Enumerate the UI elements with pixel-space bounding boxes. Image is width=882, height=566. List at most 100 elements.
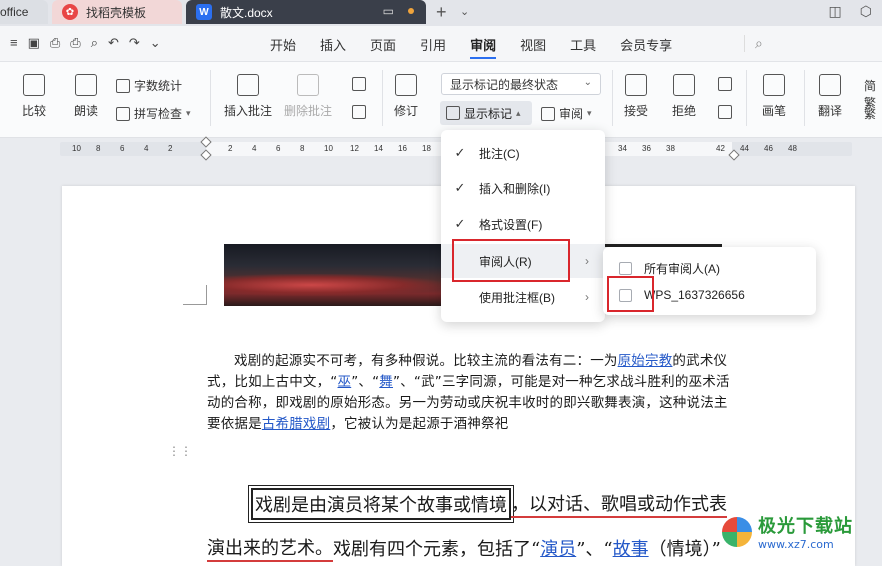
word-count-button[interactable]: 字数统计 <box>116 77 182 94</box>
reviewer-checkbox[interactable] <box>619 261 632 275</box>
review-pane-button[interactable]: 审阅 ▾ <box>541 105 592 122</box>
prev-comment-button[interactable] <box>352 77 366 91</box>
redo-icon[interactable]: ↷ <box>129 35 140 51</box>
paragraph-drag-handle-icon[interactable]: ⋮⋮ <box>168 445 192 457</box>
word-count-icon <box>116 78 130 93</box>
ruler-tick-label: 10 <box>72 144 81 153</box>
reviewer-label: 所有审阅人(A) <box>644 261 720 276</box>
markup-menu-item[interactable]: ✓ 格式设置(F) <box>441 207 605 241</box>
link-dance[interactable]: 舞 <box>379 374 393 390</box>
cube-icon[interactable]: ⬡ <box>860 3 872 20</box>
inserted-text: 演出来的艺术。 <box>207 534 333 562</box>
menu-item[interactable]: 页面 <box>358 26 408 62</box>
ruler-tick-label: 48 <box>788 144 797 153</box>
ruler-tick-label: 42 <box>716 144 725 153</box>
show-markup-button[interactable]: 显示标记 ▴ <box>440 101 532 125</box>
markup-menu-item[interactable]: ✓ 批注(C) <box>441 136 605 170</box>
markup-menu-item-label: 插入和删除(I) <box>479 181 551 196</box>
menu-item[interactable]: 工具 <box>558 26 608 62</box>
menu-item[interactable]: 引用 <box>408 26 458 62</box>
markup-menu-item[interactable]: 使用批注框(B) › <box>441 280 605 314</box>
revise-button[interactable]: 修订 <box>394 74 418 119</box>
next-change-button[interactable] <box>718 105 732 119</box>
link-primitive-religion[interactable]: 原始宗教 <box>618 353 673 369</box>
screen-icon[interactable]: ▭ <box>383 4 394 18</box>
text-line: 演出来的艺术。 戏剧有四个元素，包括了“ 演员 ”、“ 故事 （情境）” <box>207 526 747 566</box>
link-greek-drama[interactable]: 古希腊戏剧 <box>262 416 331 432</box>
link-actor[interactable]: 演员 <box>540 535 576 561</box>
reject-icon <box>673 74 695 96</box>
menu-bar: ≡ ▣ ⎙ ⎙ ⌕ ↶ ↷ ⌄ 开始 插入 页面 引用 审阅 视图 工具 会员专享 ⌕ <box>0 26 882 62</box>
link-wu[interactable]: 巫 <box>338 374 352 390</box>
paragraph-definition[interactable]: 戏剧是由演员将某个故事或情境 ，以对话、歌唱或动作式表 演出来的艺术。 戏剧有四个元… <box>207 482 747 566</box>
markup-menu-item[interactable]: ✓ 插入和删除(I) <box>441 171 605 205</box>
highlight-box-checkbox <box>607 276 654 312</box>
spell-check-label: 拼写检查 <box>134 107 183 121</box>
file-menu-icon[interactable]: ≡ <box>10 35 18 51</box>
reject-button[interactable]: 拒绝 <box>672 74 696 119</box>
to-traditional-label: 繁 <box>864 107 877 121</box>
menu-item[interactable]: 审阅 <box>458 26 508 62</box>
watermark-title: 极光下载站 <box>758 516 853 537</box>
tab-document[interactable]: W 散文.docx ▭ <box>186 0 426 24</box>
compare-icon <box>23 74 45 96</box>
delete-comment-button[interactable]: 删除批注 <box>284 74 332 119</box>
read-aloud-icon <box>75 74 97 96</box>
read-aloud-label: 朗读 <box>74 104 99 118</box>
pen-button[interactable]: 画笔 <box>762 74 786 119</box>
ruler-tick-label: 4 <box>252 144 257 153</box>
check-icon: ✓ <box>454 145 466 160</box>
export-pdf-icon[interactable]: ⎙ <box>50 35 60 51</box>
show-markup-label: 显示标记 <box>464 106 513 121</box>
insert-comment-icon <box>237 74 259 96</box>
next-comment-button[interactable] <box>352 105 366 119</box>
comment-boxed-text[interactable]: 戏剧是由演员将某个故事或情境 <box>248 485 514 523</box>
ruler-tick-label: 46 <box>764 144 773 153</box>
undo-icon[interactable]: ↶ <box>108 35 119 51</box>
menu-item[interactable]: 视图 <box>508 26 558 62</box>
ruler-tick-label: 4 <box>144 144 149 153</box>
link-story[interactable]: 故事 <box>613 535 649 561</box>
chevron-right-icon: › <box>585 290 589 304</box>
read-aloud-button[interactable]: 朗读 <box>74 74 98 119</box>
menu-item[interactable]: 会员专享 <box>608 26 684 62</box>
insert-comment-button[interactable]: 插入批注 <box>224 74 272 119</box>
tab-list-chevron-icon[interactable]: ⌄ <box>460 5 469 18</box>
tab-office[interactable]: office <box>0 0 48 24</box>
prev-change-button[interactable] <box>718 77 732 91</box>
compare-label: 比较 <box>22 104 47 118</box>
search-icon[interactable]: ⌕ <box>744 35 763 52</box>
chevron-down-icon: ⌄ <box>583 77 592 88</box>
print-icon[interactable]: ⎙ <box>70 35 80 51</box>
translate-button[interactable]: 翻译 <box>818 74 842 119</box>
ruler-tick-label: 18 <box>422 144 431 153</box>
text-line: 戏剧是由演员将某个故事或情境 ，以对话、歌唱或动作式表 <box>207 482 747 526</box>
page-corner-mark <box>183 285 207 305</box>
to-traditional-button[interactable]: 繁 <box>864 105 876 122</box>
chevron-down-icon: ▾ <box>587 108 592 118</box>
layout-icon[interactable]: ◫ <box>829 3 842 20</box>
compare-button[interactable]: 比较 <box>22 74 46 119</box>
tab-template[interactable]: ✿ 找稻壳模板 <box>52 0 182 24</box>
ribbon: 比较 朗读 字数统计 拼写检查 ▾ 插入批注 删除批注 修订 显示标记的最终状态… <box>0 62 882 138</box>
ruler-tick-label: 8 <box>96 144 101 153</box>
print-preview-icon[interactable]: ⌕ <box>91 35 98 51</box>
markup-menu-item-label: 使用批注框(B) <box>479 290 555 305</box>
document-image[interactable] <box>224 244 442 306</box>
spell-check-button[interactable]: 拼写检查 ▾ <box>116 105 191 122</box>
markup-state-select[interactable]: 显示标记的最终状态 ⌄ <box>441 73 601 95</box>
show-markup-icon <box>446 106 460 120</box>
menu-item[interactable]: 开始 <box>258 26 308 62</box>
text-run: （情境）” <box>648 539 721 560</box>
accept-button[interactable]: 接受 <box>624 74 648 119</box>
ruler-tick-label: 12 <box>350 144 359 153</box>
paragraph-origin[interactable]: 戏剧的起源实不可考，有多种假说。比较主流的看法有二：一为原始宗教的武术仪式，比如… <box>207 351 739 435</box>
more-icon[interactable]: ⌄ <box>150 35 161 51</box>
save-icon[interactable]: ▣ <box>28 35 40 51</box>
ruler-tick-label: 6 <box>276 144 281 153</box>
text-run: 戏剧有四个元素，包括了“ <box>333 539 541 560</box>
new-tab-button[interactable]: + <box>436 2 447 23</box>
menu-item[interactable]: 插入 <box>308 26 358 62</box>
previous-change-icon <box>718 77 732 91</box>
ruler-tick-label: 2 <box>168 144 173 153</box>
